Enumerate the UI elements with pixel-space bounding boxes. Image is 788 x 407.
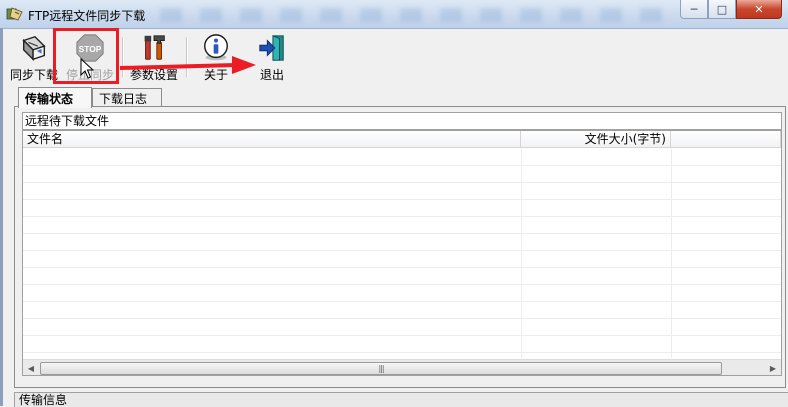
window-title: FTP远程文件同步下载 <box>28 9 146 23</box>
column-header-filesize-label: 文件大小(字节) <box>584 132 666 146</box>
tools-icon <box>144 35 165 60</box>
minimize-button[interactable]: ─ <box>680 0 708 19</box>
maximize-icon: □ <box>716 2 728 16</box>
exit-label: 退出 <box>259 68 284 82</box>
list-row <box>23 182 781 200</box>
exit-button[interactable]: 退出 <box>252 31 292 83</box>
minimize-icon: ─ <box>690 2 698 16</box>
list-row <box>23 250 781 268</box>
stop-sync-label: 停止同步 <box>65 68 114 82</box>
toolbar-separator <box>122 37 124 77</box>
info-icon <box>204 34 228 61</box>
close-icon: ✕ <box>754 2 764 16</box>
app-icon <box>6 7 23 21</box>
stop-icon: STOP <box>76 34 104 62</box>
sync-download-icon <box>22 35 46 61</box>
tab-download-log[interactable]: 下载日志 <box>92 88 162 107</box>
about-button[interactable]: 关于 <box>196 31 236 83</box>
window-controls: ─ □ ✕ <box>680 0 782 19</box>
stop-sync-button[interactable]: STOP 停止同步 <box>62 31 118 83</box>
transfer-info-title-text: 传输信息 <box>19 393 68 407</box>
tab-transfer-status-label: 传输状态 <box>25 91 74 106</box>
stop-icon-text: STOP <box>79 44 102 54</box>
scrollbar-thumb[interactable]: ||| <box>40 362 722 375</box>
list-row <box>23 148 781 166</box>
list-row <box>23 335 781 353</box>
transfer-info-title: 传输信息 <box>14 392 788 407</box>
column-header-filename-label: 文件名 <box>27 132 64 146</box>
column-divider <box>521 148 522 358</box>
toolbar: 同步下载 STOP 停止同步 参数设置 关于 退出 <box>0 29 788 85</box>
column-header-filesize[interactable]: 文件大小(字节) <box>521 131 671 147</box>
list-row <box>23 301 781 319</box>
remote-files-list[interactable]: 文件名 文件大小(字节) ◀ ||| ▶ <box>22 130 782 376</box>
scrollbar-grip-icon: ||| <box>378 364 384 373</box>
scroll-right-icon: ▶ <box>769 363 777 373</box>
sync-download-label: 同步下载 <box>9 68 58 82</box>
list-row <box>23 199 781 217</box>
column-divider <box>671 148 672 358</box>
list-header: 文件名 文件大小(字节) <box>23 131 781 148</box>
about-label: 关于 <box>203 68 228 82</box>
scroll-left-button[interactable]: ◀ <box>23 360 39 375</box>
list-row <box>23 216 781 234</box>
toolbar-separator <box>186 37 188 77</box>
settings-label: 参数设置 <box>129 68 178 82</box>
list-row <box>23 165 781 183</box>
title-bar-background <box>160 8 680 22</box>
column-header-filename[interactable]: 文件名 <box>23 131 521 147</box>
list-row <box>23 284 781 302</box>
settings-button[interactable]: 参数设置 <box>126 31 182 83</box>
list-row <box>23 233 781 251</box>
column-header-extra[interactable] <box>671 131 781 147</box>
maximize-button[interactable]: □ <box>708 0 736 19</box>
scroll-left-icon: ◀ <box>27 363 35 373</box>
remote-files-title: 远程待下载文件 <box>22 112 782 130</box>
exit-door-icon <box>259 35 284 61</box>
tab-transfer-status[interactable]: 传输状态 <box>18 87 92 108</box>
horizontal-scrollbar[interactable]: ◀ ||| ▶ <box>23 359 781 375</box>
tab-download-log-label: 下载日志 <box>99 91 148 106</box>
scroll-right-button[interactable]: ▶ <box>765 360 781 375</box>
close-button[interactable]: ✕ <box>736 0 782 19</box>
title-bar[interactable]: FTP远程文件同步下载 ─ □ ✕ <box>0 0 788 29</box>
list-row <box>23 267 781 285</box>
remote-files-title-text: 远程待下载文件 <box>25 114 110 128</box>
sync-download-button[interactable]: 同步下载 <box>8 31 60 83</box>
list-row <box>23 318 781 336</box>
list-body <box>23 148 781 358</box>
